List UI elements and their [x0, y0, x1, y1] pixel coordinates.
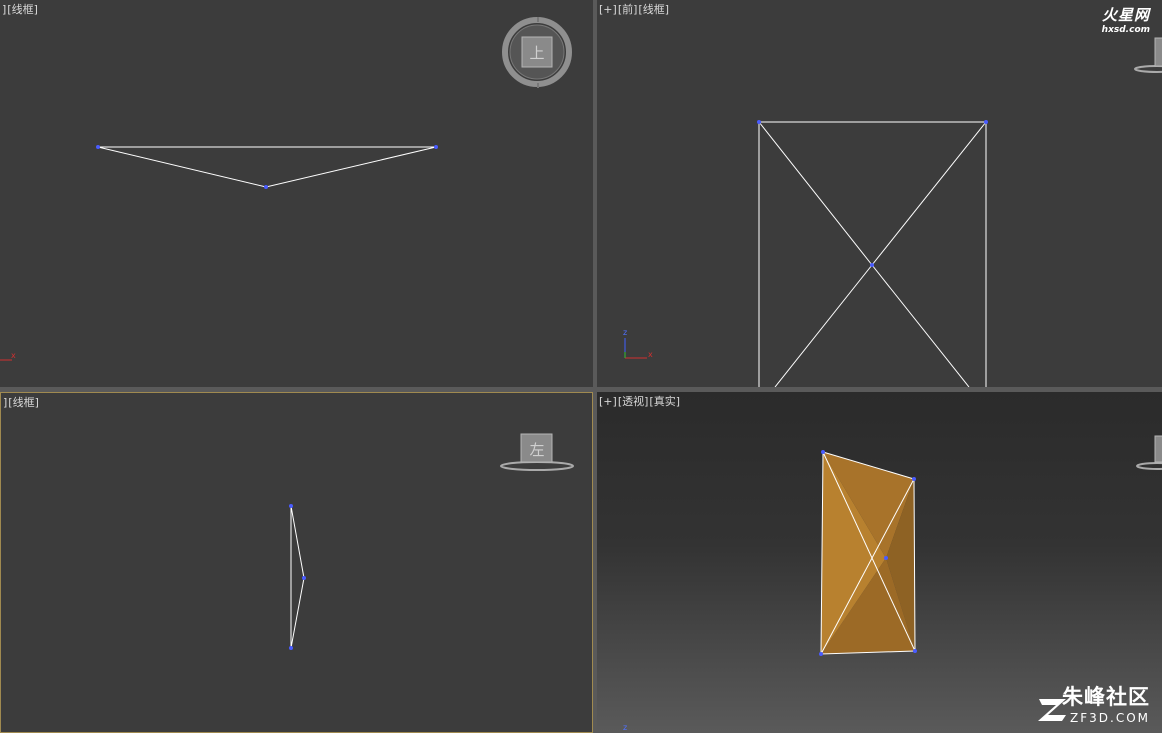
viewcube-left[interactable]: 左 [500, 433, 574, 471]
front-vertex [757, 120, 761, 124]
persp-vertex [821, 450, 825, 454]
viewcube-top-face-label: 上 [529, 44, 544, 62]
axis-tripod-top: x [0, 351, 16, 361]
top-vertex [264, 185, 268, 189]
axis-z-label: z [623, 328, 627, 337]
top-scene: 上 x [0, 17, 572, 361]
watermark-hxsd: 火星网 hxsd.com [1102, 4, 1150, 35]
watermark-zf3d-url: ZF3D.COM [1070, 711, 1150, 725]
front-vertex [984, 120, 988, 124]
left-scene: 左 [289, 433, 574, 650]
front-vertex [870, 263, 874, 267]
persp-vertex [913, 649, 917, 653]
viewcube-front[interactable] [1134, 37, 1162, 73]
persp-vertex [884, 556, 888, 560]
viewcube-left-face-label: 左 [529, 441, 544, 459]
axis-tripod-front: z x [623, 328, 653, 359]
left-vertex [289, 504, 293, 508]
watermark-zf3d-title: 朱峰社区 [1062, 685, 1150, 709]
viewport-top[interactable]: ][线框] 上 x [0, 0, 593, 387]
watermark-hxsd-title: 火星网 [1101, 6, 1150, 24]
persp-vertex [912, 477, 916, 481]
axis-x-label: x [11, 351, 16, 360]
left-wire-triangle [290, 505, 305, 649]
viewport-perspective[interactable]: [+][透视][真实] z 朱峰社区 ZF3D.COM [597, 392, 1162, 733]
watermark-zf3d: 朱峰社区 ZF3D.COM [1062, 681, 1150, 725]
viewcube-top[interactable]: 上 [502, 17, 572, 88]
top-vertex [96, 145, 100, 149]
viewport-left[interactable]: ][线框] 左 [0, 392, 593, 733]
front-scene: z x [623, 37, 1162, 387]
watermark-hxsd-url: hxsd.com [1101, 25, 1150, 35]
top-wire-triangle [97, 146, 437, 188]
viewport-front[interactable]: [+][前][线框] z x 火星网 hxsd.com [597, 0, 1162, 387]
left-vertex [289, 646, 293, 650]
top-vertex [434, 145, 438, 149]
axis-x-label-front: x [648, 350, 653, 359]
persp-vertex [819, 652, 823, 656]
viewcube-persp[interactable] [1136, 435, 1162, 470]
left-vertex [302, 576, 306, 580]
axis-z-label-persp: z [623, 723, 627, 732]
